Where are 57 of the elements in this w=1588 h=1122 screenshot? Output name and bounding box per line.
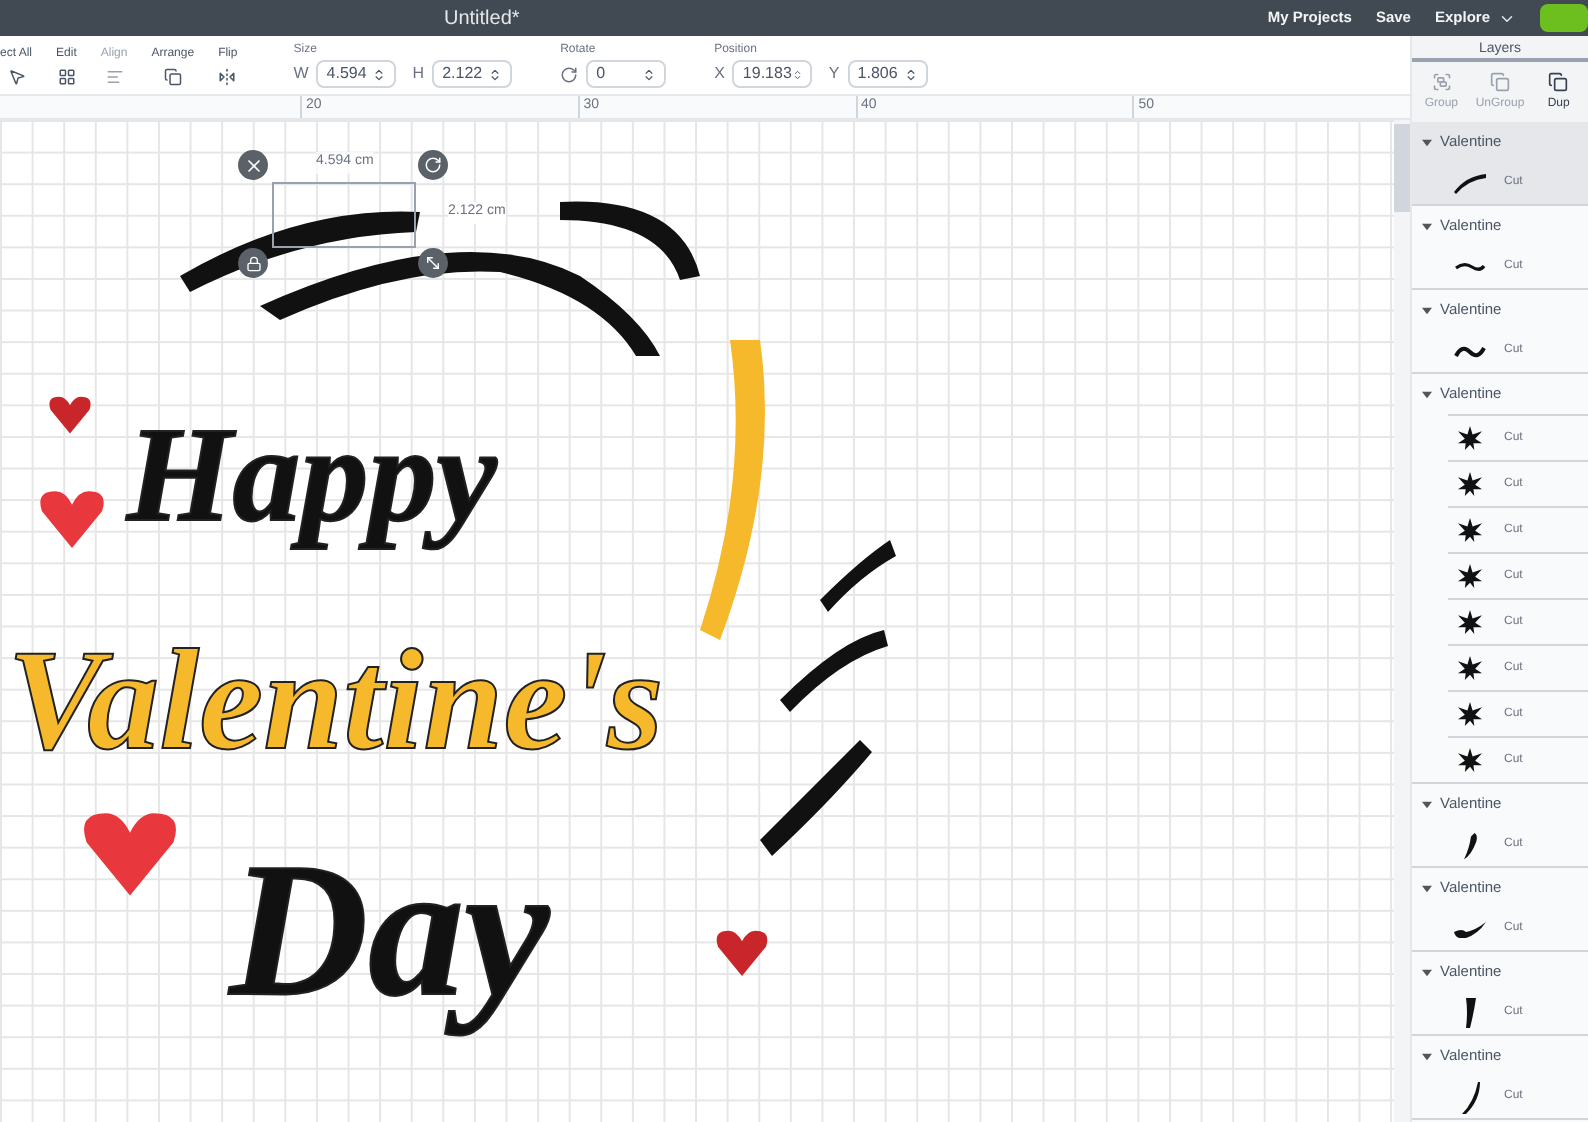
stepper-icon[interactable] bbox=[372, 67, 387, 81]
stepper-icon[interactable] bbox=[903, 67, 918, 81]
number-field[interactable]: 19.183 bbox=[732, 60, 813, 88]
expand-caret-icon[interactable] bbox=[1422, 137, 1432, 147]
expand-caret-icon[interactable] bbox=[1422, 883, 1432, 893]
shape-thumbnail-icon bbox=[1458, 656, 1482, 680]
number-field[interactable]: 0 bbox=[586, 60, 667, 88]
align-icon bbox=[105, 67, 124, 85]
shape-thumbnail-icon bbox=[1458, 472, 1482, 496]
expand-caret-icon[interactable] bbox=[1422, 1051, 1432, 1061]
shape-thumbnail-icon bbox=[1458, 518, 1482, 542]
shape-thumbnail-icon bbox=[1454, 173, 1486, 193]
shape-thumbnail-icon bbox=[1458, 564, 1482, 588]
selection-box[interactable] bbox=[272, 182, 416, 248]
shape-thumbnail-icon bbox=[1461, 1081, 1479, 1113]
shape-thumbnail-icon bbox=[1454, 262, 1486, 272]
expand-caret-icon[interactable] bbox=[1422, 221, 1432, 231]
stepper-icon[interactable] bbox=[642, 67, 657, 81]
number-field[interactable]: 4.594 bbox=[316, 60, 397, 88]
number-field[interactable]: 1.806 bbox=[847, 60, 928, 88]
group-icon bbox=[1431, 71, 1452, 91]
expand-caret-icon[interactable] bbox=[1422, 389, 1432, 399]
rotate-handle-icon[interactable] bbox=[418, 150, 448, 180]
lettering-text: Day bbox=[226, 820, 552, 1040]
rotate-icon bbox=[560, 65, 579, 83]
grid-icon bbox=[57, 67, 76, 85]
copy-icon bbox=[1489, 71, 1510, 91]
make-button[interactable] bbox=[1540, 4, 1588, 32]
shape-thumbnail-icon bbox=[1458, 426, 1482, 450]
stepper-icon[interactable] bbox=[791, 67, 803, 81]
field-label: X bbox=[714, 62, 725, 86]
stepper-icon[interactable] bbox=[488, 67, 503, 81]
expand-caret-icon[interactable] bbox=[1422, 305, 1432, 315]
scrollbar[interactable] bbox=[1394, 120, 1410, 1122]
shape-thumbnail-icon bbox=[1465, 998, 1475, 1028]
field-label: W bbox=[293, 62, 309, 86]
shape-thumbnail-icon bbox=[1454, 343, 1486, 359]
shape-thumbnail-icon bbox=[1458, 748, 1482, 772]
lock-icon[interactable] bbox=[238, 248, 268, 278]
shape-thumbnail-icon bbox=[1458, 702, 1482, 726]
field-label: Y bbox=[828, 62, 840, 86]
lettering-text: Happy bbox=[123, 396, 500, 554]
arrange-icon bbox=[163, 67, 182, 85]
shape-thumbnail-icon bbox=[1454, 921, 1486, 937]
pointer-icon bbox=[7, 67, 25, 85]
copy-icon bbox=[1548, 71, 1569, 91]
window-title: Untitled* bbox=[444, 5, 520, 33]
close-icon[interactable] bbox=[238, 150, 268, 180]
expand-caret-icon[interactable] bbox=[1422, 799, 1432, 809]
shape-thumbnail-icon bbox=[1458, 610, 1482, 634]
lettering-text: Valentine's bbox=[5, 618, 666, 784]
flip-icon bbox=[218, 67, 237, 85]
resize-handle-icon[interactable] bbox=[418, 248, 448, 278]
number-field[interactable]: 2.122 bbox=[432, 60, 513, 88]
field-label: H bbox=[412, 62, 425, 86]
expand-caret-icon[interactable] bbox=[1422, 967, 1432, 977]
shape-thumbnail-icon bbox=[1463, 831, 1477, 859]
